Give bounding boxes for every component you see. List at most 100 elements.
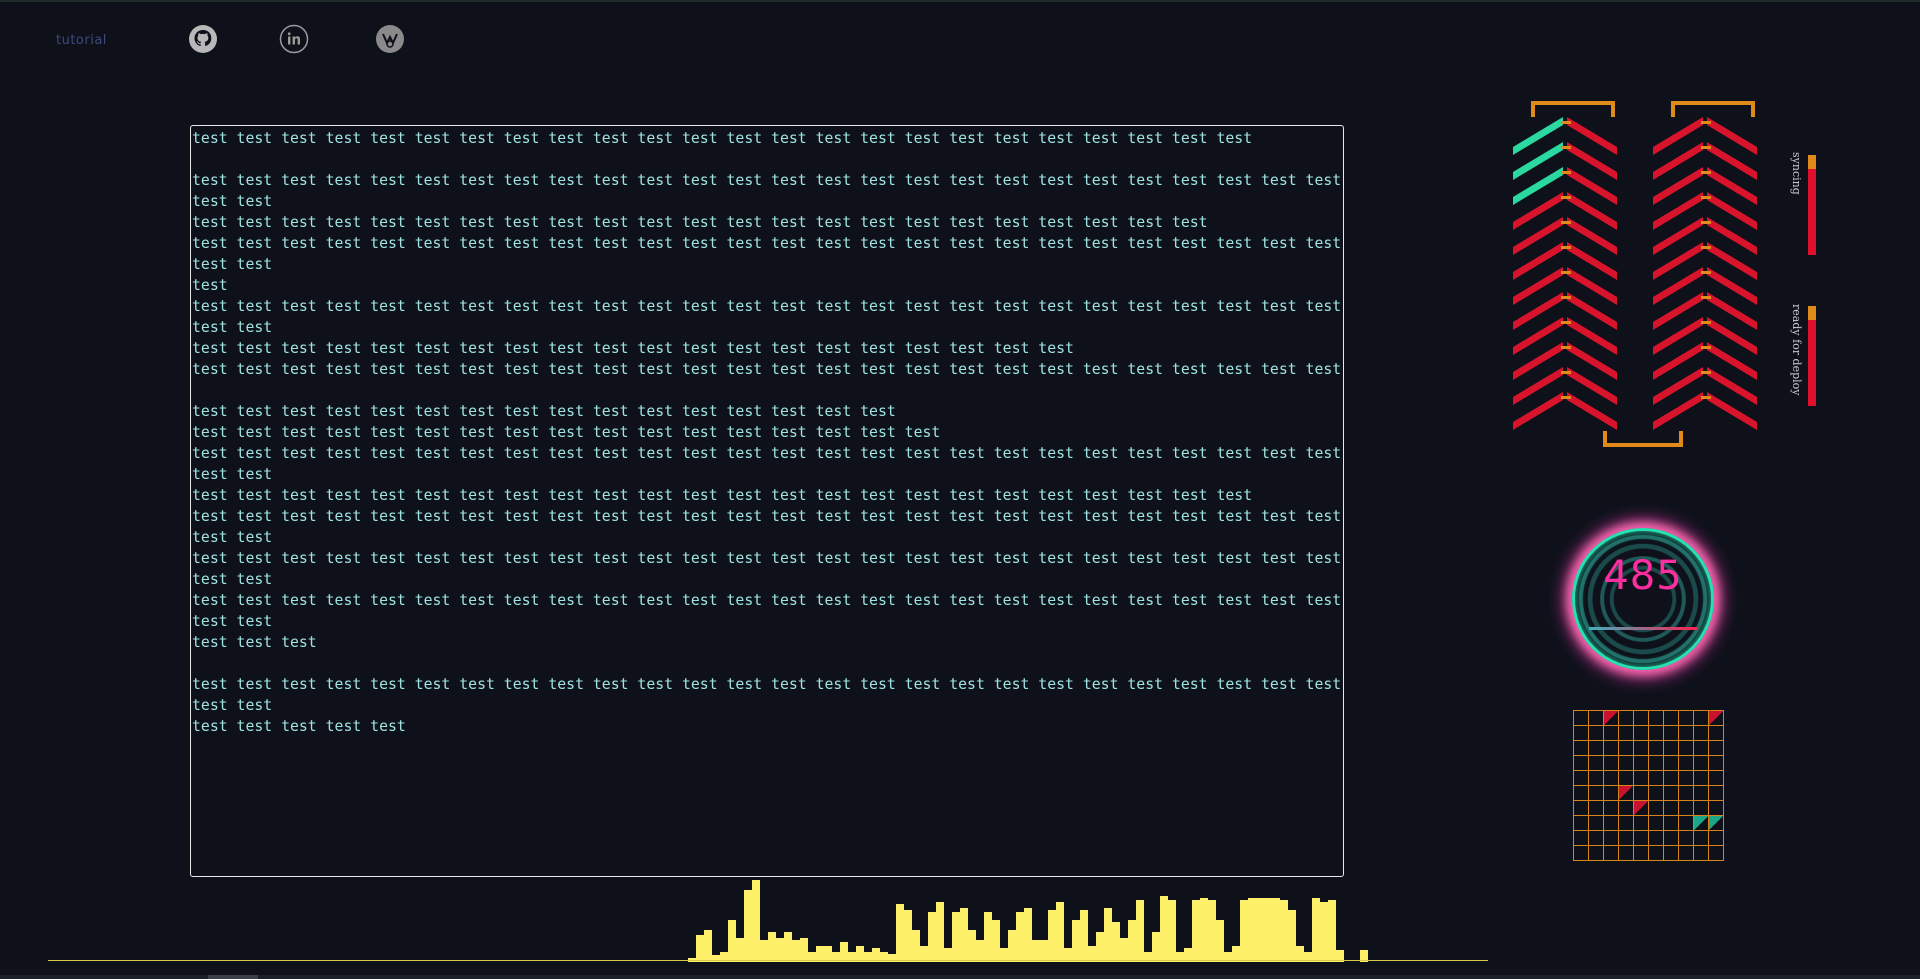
visualizer-bar	[736, 938, 744, 962]
visualizer-bar	[960, 908, 968, 962]
grid-cell	[1604, 756, 1619, 771]
grid-cell	[1694, 726, 1709, 741]
grid-cell	[1604, 726, 1619, 741]
grid-cell	[1709, 771, 1724, 786]
visualizer-bar	[952, 912, 960, 962]
grid-cell	[1649, 741, 1664, 756]
visualizer-bar	[1096, 932, 1104, 962]
grid-cell	[1709, 711, 1724, 726]
grid-cell	[1679, 846, 1694, 861]
grid-cell	[1604, 771, 1619, 786]
visualizer-bar	[784, 932, 792, 962]
editor-line: test test test test test test test test …	[192, 445, 1342, 483]
visualizer-bar	[1024, 908, 1032, 962]
visualizer-bar	[984, 912, 992, 962]
grid-cell	[1589, 816, 1604, 831]
chevron-dash	[1561, 196, 1571, 199]
linkedin-icon[interactable]	[279, 24, 309, 54]
grid-cell	[1694, 711, 1709, 726]
editor-line: test test test test test test test test …	[192, 550, 1342, 588]
editor-line: test test test test test test test test …	[192, 592, 1342, 630]
bracket-top-left	[1531, 101, 1615, 117]
visualizer-bar	[1048, 910, 1056, 962]
top-nav: tutorial	[0, 0, 500, 80]
github-icon[interactable]	[188, 24, 218, 54]
grid-cell	[1634, 846, 1649, 861]
grid-cell	[1694, 786, 1709, 801]
grid-cell	[1664, 726, 1679, 741]
grid-cell	[1574, 831, 1589, 846]
editor-line: test test test test test test test test …	[192, 130, 1253, 147]
grid-cell	[1574, 756, 1589, 771]
grid-cell	[1694, 801, 1709, 816]
grid-cell	[1709, 741, 1724, 756]
grid-cell	[1709, 756, 1724, 771]
visualizer-bar	[904, 910, 912, 962]
editor-line: test test test test test test test test …	[192, 298, 1342, 336]
chevron-dash	[1701, 296, 1711, 299]
chevron-dash	[1701, 196, 1711, 199]
grid-cell	[1649, 801, 1664, 816]
visualizer-bar	[976, 940, 984, 962]
visualizer-bar	[1328, 900, 1336, 962]
chevron-dash	[1701, 146, 1711, 149]
grid-cell	[1709, 816, 1724, 831]
chevron-dash	[1561, 146, 1571, 149]
grid-cell	[1679, 786, 1694, 801]
grid-cell	[1664, 711, 1679, 726]
grid-cell	[1709, 846, 1724, 861]
grid-cell	[1709, 786, 1724, 801]
visualizer-bar	[1248, 898, 1256, 962]
grid-cell	[1649, 786, 1664, 801]
tutorial-link[interactable]: tutorial	[56, 33, 107, 48]
grid-cell	[1664, 756, 1679, 771]
visualizer-bar	[912, 930, 920, 962]
visualizer-bar	[968, 930, 976, 962]
grid-cell	[1574, 711, 1589, 726]
grid-cell	[1694, 756, 1709, 771]
visualizer-bar	[1072, 920, 1080, 962]
deploy-label: ready for deploy	[1790, 304, 1803, 396]
editor-line: test test test test test test test test …	[192, 487, 1253, 504]
grid-cell	[1664, 741, 1679, 756]
visualizer-bar	[1280, 900, 1288, 962]
grid-cell	[1589, 711, 1604, 726]
grid-cell	[1664, 816, 1679, 831]
chevron-dash	[1561, 296, 1571, 299]
editor-line: test test test test test test test test …	[192, 424, 941, 441]
visualizer-bar	[1016, 912, 1024, 962]
visualizer-bar	[1040, 940, 1048, 962]
grid-cell	[1604, 831, 1619, 846]
grid-cell	[1589, 771, 1604, 786]
deploy-indicator	[1808, 306, 1816, 406]
dev-icon[interactable]	[375, 24, 405, 54]
grid-cell	[1664, 786, 1679, 801]
visualizer-bar	[1160, 896, 1168, 962]
editor-line: test test test test test test test test …	[192, 508, 1342, 546]
visualizer-bar	[768, 932, 776, 962]
bottom-scrollbar[interactable]	[0, 975, 1920, 979]
visualizer-bar	[1008, 930, 1016, 962]
status-grid	[1573, 710, 1724, 861]
grid-cell	[1649, 726, 1664, 741]
visualizer-bar	[1120, 938, 1128, 962]
chevron-dash	[1701, 246, 1711, 249]
chevron-dash	[1561, 171, 1571, 174]
chevron-dash	[1561, 371, 1571, 374]
editor-line: test test test test test test test test …	[192, 214, 1208, 231]
circular-gauge: 485	[1572, 528, 1714, 670]
grid-cell	[1574, 771, 1589, 786]
grid-cell	[1679, 771, 1694, 786]
grid-cell	[1649, 846, 1664, 861]
grid-cell	[1604, 786, 1619, 801]
chevron-dash	[1561, 271, 1571, 274]
grid-cell	[1694, 741, 1709, 756]
code-editor[interactable]: test test test test test test test test …	[190, 125, 1344, 877]
grid-cell	[1589, 786, 1604, 801]
grid-cell	[1589, 831, 1604, 846]
chevron-stack-graphic	[1513, 101, 1757, 447]
grid-cell	[1634, 786, 1649, 801]
